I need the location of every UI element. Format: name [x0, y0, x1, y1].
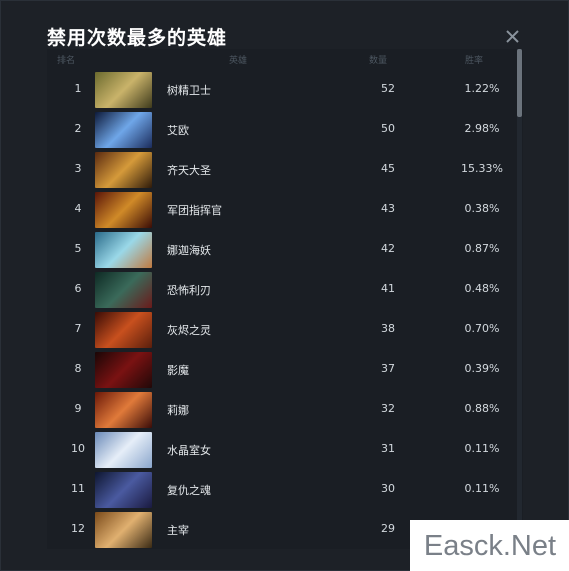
- hero-name: 复仇之魂: [167, 484, 211, 497]
- table-header: 排名 英雄 数量 胜率: [47, 49, 517, 67]
- hero-portrait: [95, 312, 152, 348]
- hero-portrait: [95, 432, 152, 468]
- ban-stats-dialog: 禁用次数最多的英雄 排名 英雄 数量 胜率 1 树精卫士 52 1.22% 2 艾欧 50 2…: [0, 0, 569, 571]
- table-row[interactable]: 8 影魔 37 0.39%: [47, 349, 517, 389]
- row-rank: 1: [74, 82, 82, 95]
- hero-name: 树精卫士: [167, 84, 211, 97]
- ban-count: 50: [381, 122, 395, 135]
- win-rate: 0.11%: [464, 442, 500, 455]
- hero-portrait: [95, 472, 152, 508]
- ban-count: 38: [381, 322, 395, 335]
- row-rank: 12: [71, 522, 85, 535]
- hero-portrait: [95, 392, 152, 428]
- hero-portrait: [95, 112, 152, 148]
- hero-name: 齐天大圣: [167, 164, 211, 177]
- win-rate: 15.33%: [461, 162, 503, 175]
- ban-count: 31: [381, 442, 395, 455]
- scrollbar-thumb[interactable]: [517, 49, 522, 117]
- win-rate: 2.98%: [464, 122, 500, 135]
- hero-portrait: [95, 272, 152, 308]
- row-rank: 4: [74, 202, 82, 215]
- table-row[interactable]: 2 艾欧 50 2.98%: [47, 109, 517, 149]
- close-button[interactable]: [501, 25, 523, 47]
- win-rate: 0.38%: [464, 202, 500, 215]
- table-row[interactable]: 6 恐怖利刃 41 0.48%: [47, 269, 517, 309]
- dialog-title: 禁用次数最多的英雄: [47, 27, 228, 49]
- hero-name: 水晶室女: [167, 444, 211, 457]
- ban-count: 30: [381, 482, 395, 495]
- hero-portrait: [95, 152, 152, 188]
- row-rank: 11: [71, 482, 85, 495]
- ban-count: 43: [381, 202, 395, 215]
- header-rate: 胜率: [465, 56, 484, 66]
- ban-count: 32: [381, 402, 395, 415]
- row-rank: 6: [74, 282, 82, 295]
- hero-name: 军团指挥官: [167, 204, 222, 217]
- ban-count: 42: [381, 242, 395, 255]
- row-rank: 8: [74, 362, 82, 375]
- header-hero: 英雄: [229, 56, 248, 66]
- hero-portrait: [95, 512, 152, 548]
- ban-count: 45: [381, 162, 395, 175]
- hero-portrait: [95, 72, 152, 108]
- table-row[interactable]: 4 军团指挥官 43 0.38%: [47, 189, 517, 229]
- header-count: 数量: [369, 56, 388, 66]
- table-row[interactable]: 5 娜迦海妖 42 0.87%: [47, 229, 517, 269]
- scrollbar[interactable]: [517, 49, 522, 549]
- table-row[interactable]: 7 灰烬之灵 38 0.70%: [47, 309, 517, 349]
- hero-portrait: [95, 232, 152, 268]
- win-rate: 0.87%: [464, 242, 500, 255]
- table-row[interactable]: 3 齐天大圣 45 15.33%: [47, 149, 517, 189]
- row-rank: 2: [74, 122, 82, 135]
- win-rate: 0.48%: [464, 282, 500, 295]
- table-row[interactable]: 11 复仇之魂 30 0.11%: [47, 469, 517, 509]
- ban-count: 52: [381, 82, 395, 95]
- table-row[interactable]: 10 水晶室女 31 0.11%: [47, 429, 517, 469]
- win-rate: 0.39%: [464, 362, 500, 375]
- hero-name: 莉娜: [167, 404, 189, 417]
- win-rate: 1.22%: [464, 82, 500, 95]
- hero-portrait: [95, 192, 152, 228]
- row-rank: 10: [71, 442, 85, 455]
- ban-count: 41: [381, 282, 395, 295]
- watermark-logo: Easck.Net: [410, 520, 569, 571]
- ban-count: 37: [381, 362, 395, 375]
- hero-name: 影魔: [167, 364, 189, 377]
- table-row[interactable]: 1 树精卫士 52 1.22%: [47, 69, 517, 109]
- table-row[interactable]: 9 莉娜 32 0.88%: [47, 389, 517, 429]
- hero-ban-table: 排名 英雄 数量 胜率 1 树精卫士 52 1.22% 2 艾欧 50 2.98% 3 齐天大圣 4…: [47, 49, 523, 549]
- close-icon: [506, 30, 519, 43]
- win-rate: 0.88%: [464, 402, 500, 415]
- hero-name: 娜迦海妖: [167, 244, 211, 257]
- hero-name: 灰烬之灵: [167, 324, 211, 337]
- row-rank: 5: [74, 242, 82, 255]
- header-rank: 排名: [57, 56, 76, 66]
- win-rate: 0.11%: [464, 482, 500, 495]
- hero-name: 主宰: [167, 524, 189, 537]
- hero-name: 恐怖利刃: [167, 284, 211, 297]
- hero-portrait: [95, 352, 152, 388]
- hero-name: 艾欧: [167, 124, 189, 137]
- ban-count: 29: [381, 522, 395, 535]
- row-rank: 9: [74, 402, 82, 415]
- row-rank: 7: [74, 322, 82, 335]
- win-rate: 0.70%: [464, 322, 500, 335]
- row-rank: 3: [74, 162, 82, 175]
